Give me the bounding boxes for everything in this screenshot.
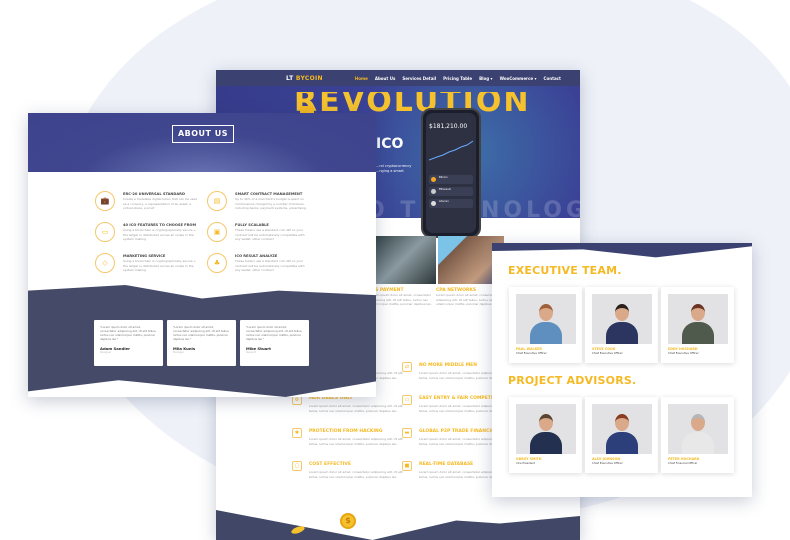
coin-icon: $ [340,513,356,529]
team-member-card[interactable]: PETER HOCHARD Chief Financial Officer [661,397,734,473]
feature-text: Using a blockchain is cryptographically … [123,228,197,241]
feature-text: These tokens use a standard coin API so … [235,228,305,241]
testimonial-role: Designer [100,351,112,354]
testimonial-role: Manager [173,351,184,354]
feature-text: Lorem ipsum dolor sit amet, consectetur … [309,470,403,479]
feature-icon: ▤ [207,191,227,211]
nav-contact[interactable]: Contact [544,76,561,81]
team-member-card[interactable]: EDDY HOCHARD Chief Executive Officer [661,287,734,363]
member-role: Chief Executive Officer [592,351,623,355]
phone-balance: $181,210.00 [429,123,468,130]
feature-title: NO MORE MIDDLE MEN [419,363,478,368]
feature-icon: ▣ [207,222,227,242]
feature-icon: ▭ [95,222,115,242]
top-wave [492,243,752,258]
feature-title: SMART CONTRACT MANAGEMENT [235,192,303,196]
team-member-card[interactable]: PAUL WALKER Chief Executive Officer [509,287,582,363]
feature-title: GLOBAL P2P TRADE FINANCING [419,429,499,434]
nav-home[interactable]: Home [355,76,368,81]
phone-screen: $181,210.00 Bitcoin Ethereum Litecoin [426,113,476,233]
bottom-wave [216,510,580,540]
feature-title: REAL-TIME DATABASE [419,462,474,467]
member-photo [668,294,728,344]
executive-team-title: EXECUTIVE TEAM. [508,264,622,277]
member-role: Vice President [516,461,536,465]
feature-text: These tokens use a standard coin API so … [235,259,305,272]
testimonial-card: "Lorem ipsum dolor sit amet, consectetur… [94,320,163,366]
team-member-card[interactable]: ALEX JOHNSON Chief Executive Officer [585,397,658,473]
member-role: Chief Executive Officer [668,351,699,355]
nav-woocommerce[interactable]: WooCommerce ▾ [500,76,537,81]
feature-title: COST EFFECTIVE [309,462,351,467]
about-header: ABOUT US [28,113,376,172]
feature-text: Up to 40% of a merchant's budget is spen… [235,197,306,210]
phone-mockup: $181,210.00 Bitcoin Ethereum Litecoin [421,108,481,238]
feature-icon: ▬ [402,428,412,438]
feature-text: Lorem ipsum dolor sit amet, consectetur … [309,404,403,413]
top-nav: LT BYCOIN Home About Us Services Detail … [216,70,580,86]
coin-row[interactable]: Ethereum [429,187,473,196]
member-photo [592,404,652,454]
feature-icon: ■ [402,461,412,471]
member-role: Chief Financial Officer [668,461,698,465]
testimonial-quote: "Lorem ipsum dolor sit amet, consectetur… [173,325,230,341]
member-photo [516,294,576,344]
nav-about[interactable]: About Us [375,76,396,81]
phone-chart [429,140,473,161]
nav-services[interactable]: Services Detail [402,76,436,81]
feature-title: ERC-20 UNIVERSAL STANDARD [123,192,185,196]
testimonial-card: "Lorem ipsum dolor sit amet, consectetur… [167,320,236,366]
feature-title: MARKETING SERVICE [123,254,166,258]
feature-title: PROTECTION FROM HACKING [309,429,383,434]
feature-icon: ✱ [292,428,302,438]
feature-title: FULLY SCALABLE [235,223,269,227]
testimonial-quote: "Lorem ipsum dolor sit amet, consectetur… [100,325,157,341]
member-role: Chief Executive Officer [516,351,547,355]
coin-row[interactable]: Litecoin [429,199,473,208]
logo-brand: BYCOIN [295,74,323,82]
feature-icon: ▢ [292,461,302,471]
feature-text: Lorem ipsum dolor sit amet, consectetur … [309,437,403,446]
about-title: ABOUT US [172,125,234,143]
coin-name: Litecoin [439,200,449,203]
member-role: Chief Executive Officer [592,461,623,465]
feature-icon: ⇄ [402,362,412,372]
testimonial-quote: "Lorem ipsum dolor sit amet, consectetur… [246,325,303,341]
nav-menu: Home About Us Services Detail Pricing Ta… [355,76,561,81]
feature-text: Using a blockchain is cryptographically … [123,259,197,272]
coin-name: Ethereum [439,188,452,191]
coin-name: Bitcoin [439,176,448,179]
hero-big-word: REVOLUTION [294,92,531,114]
hero-title: ICO [376,136,404,152]
coin-row[interactable]: Bitcoin [429,175,473,184]
feature-icon: ▭ [402,395,412,405]
member-photo [668,404,728,454]
member-photo [516,404,576,454]
logo-prefix: LT [286,74,296,82]
logo[interactable]: LT BYCOIN [286,75,323,82]
about-text: Lorem ipsum dolor sit amet, consectetur … [370,293,432,306]
about-image-payment [370,236,436,284]
team-page-preview: EXECUTIVE TEAM. PROJECT ADVISORS. PAUL W… [492,243,752,497]
testimonial-role: Support [246,351,256,354]
nav-pricing[interactable]: Pricing Table [443,76,472,81]
feature-icon: ♣ [207,253,227,273]
feature-icon: ◇ [95,253,115,273]
about-us-page-preview: ABOUT US 💼 ERC-20 UNIVERSAL STANDARD Cre… [28,113,376,397]
feature-title: 40 ICO FEATURES TO CHOOSE FROM [123,223,197,227]
project-advisors-title: PROJECT ADVISORS. [508,374,637,387]
nav-blog[interactable]: Blog ▾ [479,76,492,81]
about-item: ...S PAYMENT Lorem ipsum dolor sit amet,… [370,288,436,307]
team-member-card[interactable]: STEVE COOK Chief Executive Officer [585,287,658,363]
testimonial-card: "Lorem ipsum dolor sit amet, consectetur… [240,320,309,366]
hero-text: ...nd cryptocurrency ...nging a smart [376,164,412,173]
member-photo [592,294,652,344]
feature-icon: 💼 [95,191,115,211]
feature-title: ICO RESULT ANALYZE [235,254,278,258]
feature-text: Create a tradeable digital token that ca… [123,197,198,210]
team-member-card[interactable]: GREGY SMITH Vice President [509,397,582,473]
